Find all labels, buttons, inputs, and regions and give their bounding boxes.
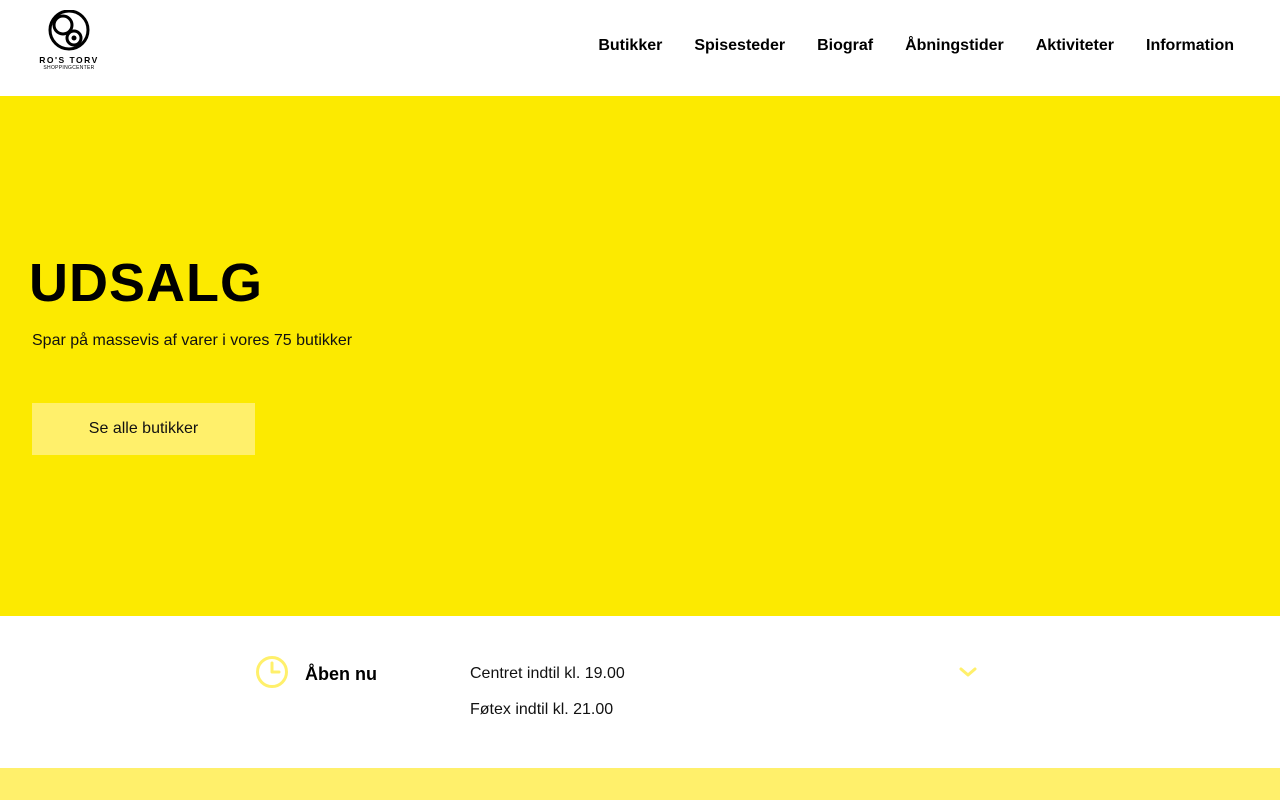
hero-title: UDSALG	[29, 253, 263, 313]
clock-icon	[256, 656, 288, 688]
see-all-shops-button[interactable]: Se alle butikker	[32, 403, 255, 455]
nav-item-spisesteder[interactable]: Spisesteder	[694, 36, 785, 56]
site-header: RO'S TORV SHOPPINGCENTER Butikker Spises…	[0, 0, 1280, 96]
nav-item-butikker[interactable]: Butikker	[598, 36, 662, 56]
logo-subtitle: SHOPPINGCENTER	[43, 65, 95, 71]
opening-hours-bar: Åben nu Centret indtil kl. 19.00 Føtex i…	[0, 616, 1280, 768]
ros-torv-logo-icon	[48, 10, 90, 51]
nav-item-aktiviteter[interactable]: Aktiviteter	[1036, 36, 1114, 56]
nav-item-abningstider[interactable]: Åbningstider	[905, 36, 1004, 56]
main-nav: Butikker Spisesteder Biograf Åbningstide…	[598, 36, 1234, 56]
center-hours-text: Centret indtil kl. 19.00	[470, 665, 625, 682]
nav-item-information[interactable]: Information	[1146, 36, 1234, 56]
fotex-hours-text: Føtex indtil kl. 21.00	[470, 701, 614, 718]
chevron-down-icon[interactable]	[957, 664, 979, 680]
bottom-section-strip	[0, 768, 1280, 800]
hero-banner: UDSALG Spar på massevis af varer i vores…	[0, 96, 1280, 616]
logo-name: RO'S TORV	[39, 55, 99, 65]
nav-item-biograf[interactable]: Biograf	[817, 36, 873, 56]
open-now-label: Åben nu	[305, 664, 377, 684]
hero-subtitle: Spar på massevis af varer i vores 75 but…	[32, 332, 353, 349]
site-logo[interactable]: RO'S TORV SHOPPINGCENTER	[34, 10, 104, 72]
